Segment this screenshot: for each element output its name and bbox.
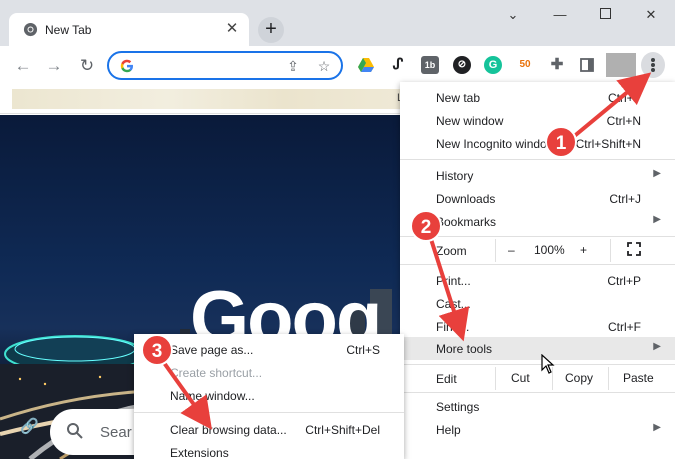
back-button[interactable]: ← (12, 55, 34, 77)
menu-item-zoom: Zoom – 100% + (400, 239, 675, 262)
step-badge-1: 1 (545, 126, 577, 158)
menu-item-downloads[interactable]: Downloads Ctrl+J (400, 187, 675, 210)
search-icon (67, 423, 83, 439)
chrome-main-menu: New tab Ctrl+T New window Ctrl+N New Inc… (400, 82, 675, 459)
more-tools-submenu: Save page as... Ctrl+S Create shortcut..… (134, 334, 404, 459)
tab-extension-icon[interactable]: 1b (421, 56, 439, 74)
address-bar[interactable]: ⇪ ☆ (107, 51, 343, 80)
cut-button[interactable]: Cut (511, 371, 530, 385)
chevron-right-icon: ▶ (653, 168, 661, 179)
zoom-in-button[interactable]: + (580, 243, 587, 257)
menu-divider (400, 364, 675, 365)
submenu-item-save-page[interactable]: Save page as... Ctrl+S (134, 338, 404, 361)
menu-item-cast[interactable]: Cast... (400, 292, 675, 315)
minimize-button[interactable]: — (545, 4, 575, 26)
tab-title: New Tab (45, 23, 92, 37)
search-placeholder: Sear (100, 424, 132, 441)
menu-kebab-icon[interactable] (641, 52, 665, 78)
close-window-button[interactable]: ✕ (636, 4, 666, 26)
submenu-item-create-shortcut: Create shortcut... (170, 366, 263, 380)
menu-divider (400, 236, 675, 237)
forward-button[interactable]: → (43, 55, 65, 77)
coupon-extension-icon[interactable]: 50 (516, 56, 534, 74)
side-panel-icon[interactable] (578, 56, 596, 74)
menu-item-edit: Edit Cut Copy Paste (400, 367, 675, 390)
submenu-item-clear-browsing-data[interactable]: Clear browsing data... Ctrl+Shift+Del (134, 418, 404, 441)
menu-item-new-window[interactable]: New window Ctrl+N (400, 109, 675, 132)
chevron-right-icon: ▶ (653, 422, 661, 433)
zoom-level: 100% (534, 243, 565, 257)
menu-item-more-tools[interactable]: More tools ▶ (400, 337, 675, 360)
close-tab-icon[interactable]: ✕ (223, 20, 241, 38)
bookmarks-blurred (12, 89, 400, 109)
google-g-icon (120, 59, 133, 73)
maximize-button[interactable] (590, 4, 620, 26)
new-tab-button[interactable]: + (258, 17, 284, 43)
step-badge-2: 2 (410, 210, 442, 242)
chevron-right-icon: ▶ (653, 341, 661, 352)
puzzle-icon[interactable]: ✚ (548, 56, 566, 74)
tab-new-tab[interactable]: New Tab ✕ (9, 13, 249, 46)
toolbar: ← → ↻ ⇪ ☆ ᔑ 1b ⊘ G 50 ✚ (0, 46, 675, 84)
chevron-right-icon: ▶ (653, 214, 661, 225)
avatar[interactable] (606, 53, 636, 77)
copy-button[interactable]: Copy (565, 371, 593, 385)
menu-divider (400, 392, 675, 393)
menu-divider (400, 159, 675, 160)
zoom-out-button[interactable]: – (508, 243, 515, 257)
share-icon[interactable]: ⇪ (285, 58, 301, 74)
grammarly-icon[interactable]: G (484, 56, 502, 74)
menu-item-settings[interactable]: Settings (400, 395, 675, 418)
signature-extension-icon[interactable]: ᔑ (389, 56, 407, 74)
reload-button[interactable]: ↻ (76, 55, 98, 77)
menu-item-new-incognito[interactable]: New Incognito windo Ctrl+Shift+N (400, 132, 675, 155)
menu-item-new-tab[interactable]: New tab Ctrl+T (400, 86, 675, 109)
menu-item-history[interactable]: History ▶ (400, 164, 675, 187)
mouse-cursor-icon (541, 354, 555, 374)
step-badge-3: 3 (141, 334, 173, 366)
menu-item-help[interactable]: Help ▶ (400, 418, 675, 441)
star-icon[interactable]: ☆ (316, 58, 332, 74)
menu-divider (400, 264, 675, 265)
menu-item-find[interactable]: Find... Ctrl+F (400, 315, 675, 338)
paste-button[interactable]: Paste (623, 371, 654, 385)
submenu-divider (134, 412, 404, 413)
submenu-item-name-window[interactable]: Name window... (134, 384, 404, 407)
google-drive-icon[interactable] (357, 56, 375, 74)
chrome-icon (23, 22, 38, 37)
title-bar: New Tab ✕ + ⌄ — ✕ (0, 0, 675, 46)
menu-item-print[interactable]: Print... Ctrl+P (400, 269, 675, 292)
submenu-item-extensions[interactable]: Extensions (134, 441, 404, 459)
fullscreen-icon[interactable] (627, 242, 641, 259)
link-icon[interactable]: 🔗 (20, 417, 44, 441)
link-extension-icon[interactable]: ⊘ (453, 56, 471, 74)
chevron-down-icon[interactable]: ⌄ (498, 4, 528, 26)
